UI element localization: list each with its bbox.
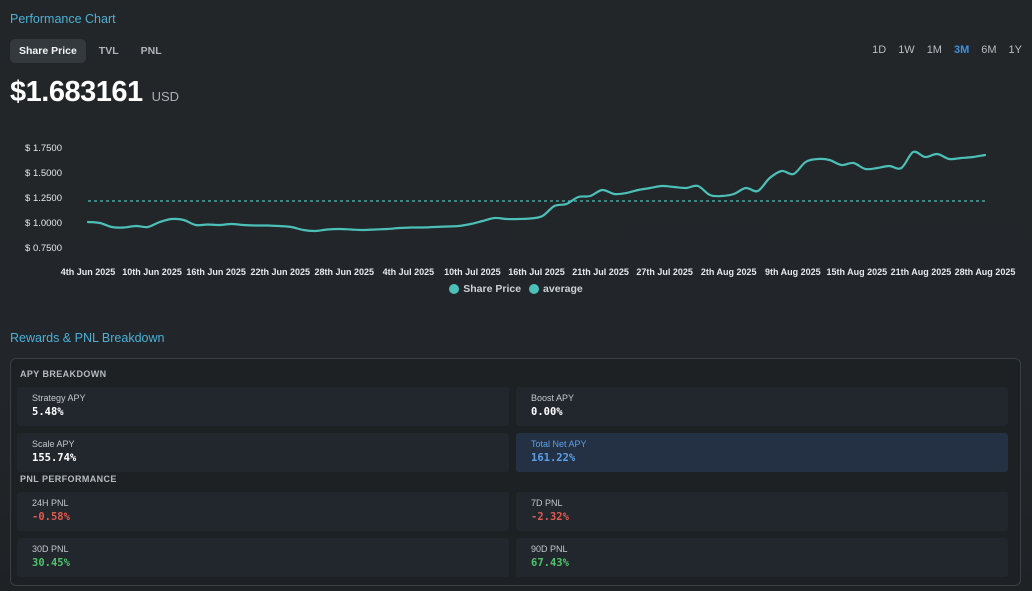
current-price: $1.683161 USD: [10, 76, 179, 109]
x-tick-label: 10th Jun 2025: [122, 267, 182, 277]
y-tick-label: $ 1.7500: [25, 143, 62, 154]
performance-page: Performance Chart Share Price TVL PNL 1D…: [0, 0, 1032, 591]
strategy-apy-label: Strategy APY: [32, 393, 86, 403]
range-1w[interactable]: 1W: [898, 44, 915, 56]
boost-apy-label: Boost APY: [531, 393, 575, 403]
time-range-selector: 1D 1W 1M 3M 6M 1Y: [872, 44, 1022, 56]
range-1y[interactable]: 1Y: [1009, 44, 1022, 56]
pnl-performance-label: PNL PERFORMANCE: [20, 474, 117, 484]
range-1d[interactable]: 1D: [872, 44, 886, 56]
x-tick-label: 15th Aug 2025: [827, 267, 888, 277]
rewards-title: Rewards & PNL Breakdown: [10, 331, 165, 345]
strategy-apy-value: 5.48%: [32, 406, 64, 418]
x-tick-label: 21th Aug 2025: [891, 267, 952, 277]
pnl-30d-value: 30.45%: [32, 557, 70, 569]
pnl-7d-value: -2.32%: [531, 511, 569, 523]
x-tick-label: 16th Jun 2025: [186, 267, 246, 277]
x-tick-label: 4th Jul 2025: [383, 267, 435, 277]
scale-apy-cell: Scale APY 155.74%: [17, 433, 509, 472]
pnl-30d-cell: 30D PNL 30.45%: [17, 538, 509, 577]
pnl-7d-label: 7D PNL: [531, 498, 563, 508]
legend-share-price-label: Share Price: [463, 283, 522, 295]
pnl-24h-value: -0.58%: [32, 511, 70, 523]
rewards-breakdown-panel: APY BREAKDOWN Strategy APY 5.48% Boost A…: [10, 358, 1021, 586]
range-1m[interactable]: 1M: [927, 44, 942, 56]
share-price-chart[interactable]: $ 1.7500 $ 1.5000 $ 1.2500 $ 1.0000 $ 0.7500…: [0, 130, 1032, 280]
tab-pnl[interactable]: PNL: [132, 39, 171, 63]
total-net-apy-label: Total Net APY: [531, 439, 587, 449]
legend-average-label: average: [543, 283, 583, 295]
pnl-30d-label: 30D PNL: [32, 544, 69, 554]
y-tick-label: $ 1.5000: [25, 168, 62, 179]
x-tick-label: 28th Aug 2025: [955, 267, 1016, 277]
x-tick-label: 9th Aug 2025: [765, 267, 821, 277]
strategy-apy-cell: Strategy APY 5.48%: [17, 387, 509, 426]
chart-tabs: Share Price TVL PNL: [10, 39, 171, 63]
legend-average[interactable]: average: [529, 283, 583, 295]
pnl-7d-cell: 7D PNL -2.32%: [516, 492, 1008, 531]
price-value: $1.683161: [10, 76, 143, 108]
x-tick-label: 2th Aug 2025: [701, 267, 757, 277]
y-tick-label: $ 0.7500: [25, 243, 62, 254]
boost-apy-cell: Boost APY 0.00%: [516, 387, 1008, 426]
performance-chart-title: Performance Chart: [10, 12, 116, 26]
chart-legend: Share Price average: [0, 283, 1032, 295]
range-3m[interactable]: 3M: [954, 44, 969, 56]
x-tick-label: 4th Jun 2025: [61, 267, 116, 277]
legend-dot-icon: [529, 284, 540, 294]
share-price-line: [86, 150, 987, 233]
price-unit: USD: [151, 89, 180, 104]
legend-share-price[interactable]: Share Price: [449, 283, 521, 295]
x-tick-label: 16th Jul 2025: [508, 267, 565, 277]
tab-share-price[interactable]: Share Price: [10, 39, 86, 63]
pnl-24h-cell: 24H PNL -0.58%: [17, 492, 509, 531]
x-tick-label: 10th Jul 2025: [444, 267, 501, 277]
y-tick-label: $ 1.2500: [25, 193, 62, 204]
range-6m[interactable]: 6M: [981, 44, 996, 56]
x-tick-label: 28th Jun 2025: [315, 267, 375, 277]
pnl-24h-label: 24H PNL: [32, 498, 69, 508]
pnl-90d-label: 90D PNL: [531, 544, 568, 554]
boost-apy-value: 0.00%: [531, 406, 563, 418]
pnl-90d-value: 67.43%: [531, 557, 569, 569]
x-tick-label: 21th Jul 2025: [572, 267, 629, 277]
legend-dot-icon: [449, 284, 460, 294]
x-tick-label: 22th Jun 2025: [250, 267, 310, 277]
total-net-apy-cell: Total Net APY 161.22%: [516, 433, 1008, 472]
pnl-90d-cell: 90D PNL 67.43%: [516, 538, 1008, 577]
apy-breakdown-label: APY BREAKDOWN: [20, 369, 107, 379]
y-tick-label: $ 1.0000: [25, 218, 62, 229]
total-net-apy-value: 161.22%: [531, 452, 576, 464]
scale-apy-label: Scale APY: [32, 439, 75, 449]
x-tick-label: 27th Jul 2025: [636, 267, 693, 277]
scale-apy-value: 155.74%: [32, 452, 77, 464]
tab-tvl[interactable]: TVL: [90, 39, 128, 63]
